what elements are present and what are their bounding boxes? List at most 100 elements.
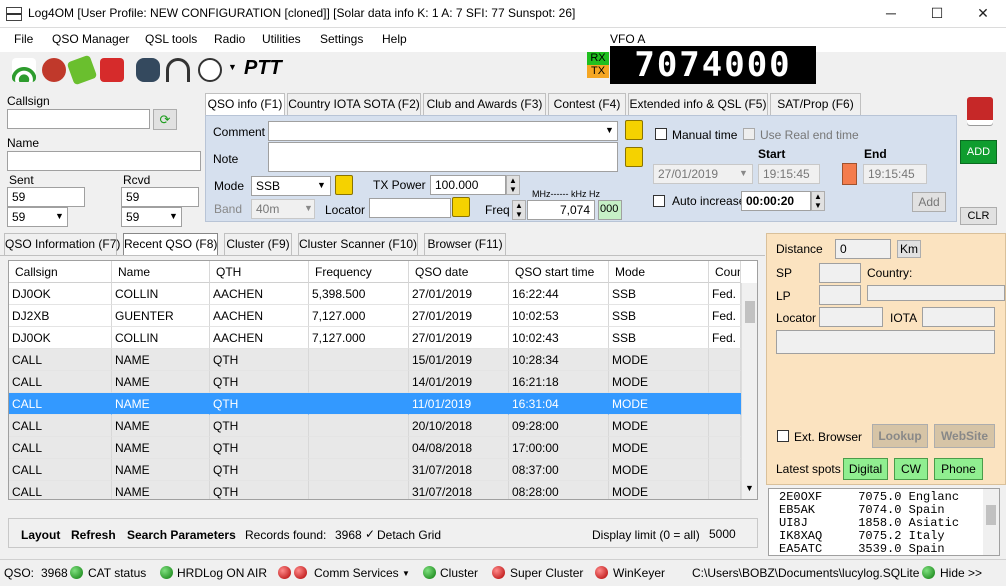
- tab-sat-prop[interactable]: SAT/Prop (F6): [770, 93, 861, 115]
- grid-cell[interactable]: NAME: [112, 415, 210, 437]
- column-header-qth[interactable]: QTH: [210, 261, 309, 283]
- sent-input[interactable]: 59: [7, 187, 85, 207]
- tab-cluster[interactable]: Cluster (F9): [224, 233, 292, 255]
- grid-cell[interactable]: 10:02:43: [509, 327, 609, 349]
- chevron-down-icon[interactable]: ▼: [745, 483, 754, 493]
- grid-cell[interactable]: 17:00:00: [509, 437, 609, 459]
- layout-button[interactable]: Layout: [21, 528, 60, 542]
- grid-cell[interactable]: [709, 393, 741, 415]
- real-end-checkbox[interactable]: [743, 128, 755, 140]
- spot-row[interactable]: EB5AK 7074.0 Spain: [779, 504, 983, 517]
- locator-input[interactable]: [369, 198, 451, 218]
- hide-button[interactable]: Hide >>: [940, 566, 982, 580]
- digital-spots-button[interactable]: Digital: [843, 458, 888, 480]
- search-parameters-button[interactable]: Search Parameters: [127, 528, 236, 542]
- grid-cell[interactable]: 7,127.000: [309, 327, 409, 349]
- grid-cell[interactable]: NAME: [112, 349, 210, 371]
- grid-cell[interactable]: 10:28:34: [509, 349, 609, 371]
- grid-cell[interactable]: 31/07/2018: [409, 459, 509, 481]
- tx-power-spinner[interactable]: ▲ ▼: [506, 175, 520, 195]
- lookup-button[interactable]: Lookup: [872, 424, 928, 448]
- grid-cell[interactable]: AACHEN: [210, 283, 309, 305]
- grid-cell[interactable]: 09:28:00: [509, 415, 609, 437]
- menu-utilities[interactable]: Utilities: [262, 32, 301, 46]
- column-header-name[interactable]: Name: [112, 261, 210, 283]
- mailbox-icon[interactable]: [100, 58, 124, 82]
- column-header-country[interactable]: Coun: [709, 261, 741, 283]
- tab-qso-info[interactable]: QSO info (F1): [205, 93, 285, 115]
- headphones-icon[interactable]: [166, 58, 190, 82]
- chevron-down-icon[interactable]: ▼: [605, 125, 614, 135]
- grid-cell[interactable]: [709, 415, 741, 437]
- grid-cell[interactable]: NAME: [112, 393, 210, 415]
- add-time-button[interactable]: Add: [912, 192, 946, 212]
- end-time-sync-button[interactable]: [842, 163, 857, 185]
- grid-cell[interactable]: 08:37:00: [509, 459, 609, 481]
- grid-cell[interactable]: CALL: [9, 437, 112, 459]
- grid-cell[interactable]: 27/01/2019: [409, 305, 509, 327]
- freq-hz-input[interactable]: 000: [598, 200, 622, 220]
- scrollbar-thumb[interactable]: [745, 301, 755, 323]
- lock-icon[interactable]: [452, 197, 470, 217]
- grid-cell[interactable]: NAME: [112, 481, 210, 499]
- chevron-down-icon[interactable]: ▼: [739, 168, 748, 178]
- grid-cell[interactable]: [309, 459, 409, 481]
- grid-cell[interactable]: CALL: [9, 415, 112, 437]
- menu-radio[interactable]: Radio: [214, 32, 245, 46]
- auto-increase-input[interactable]: 00:00:20: [741, 191, 811, 211]
- grid-cell[interactable]: QTH: [210, 371, 309, 393]
- tab-recent-qso[interactable]: Recent QSO (F8): [123, 233, 218, 255]
- qsl-card-icon[interactable]: [66, 54, 98, 86]
- tx-power-input[interactable]: 100.000: [430, 175, 506, 195]
- grid-cell[interactable]: CALL: [9, 393, 112, 415]
- spots-scrollbar[interactable]: [983, 489, 999, 555]
- ptt-button[interactable]: PTT: [244, 57, 282, 80]
- end-time-input[interactable]: 19:15:45: [863, 164, 927, 184]
- column-header-callsign[interactable]: Callsign: [9, 261, 112, 283]
- chevron-down-icon[interactable]: ▼: [55, 211, 64, 221]
- grid-cell[interactable]: MODE: [609, 437, 709, 459]
- comment-input[interactable]: [268, 121, 618, 141]
- grid-cell[interactable]: COLLIN: [112, 327, 210, 349]
- cluster-label[interactable]: Cluster: [440, 566, 478, 580]
- grid-cell[interactable]: 27/01/2019: [409, 283, 509, 305]
- column-header-qso-start-time[interactable]: QSO start time: [509, 261, 609, 283]
- grid-cell[interactable]: NAME: [112, 371, 210, 393]
- grid-cell[interactable]: QTH: [210, 415, 309, 437]
- grid-cell[interactable]: NAME: [112, 437, 210, 459]
- grid-cell[interactable]: MODE: [609, 393, 709, 415]
- grid-cell[interactable]: 27/01/2019: [409, 327, 509, 349]
- grid-cell[interactable]: 14/01/2019: [409, 371, 509, 393]
- spot-row[interactable]: UI8J 1858.0 Asiatic: [779, 517, 983, 530]
- grid-cell[interactable]: MODE: [609, 459, 709, 481]
- grid-cell[interactable]: CALL: [9, 371, 112, 393]
- grid-cell[interactable]: 16:21:18: [509, 371, 609, 393]
- minimize-button[interactable]: ─: [868, 0, 914, 28]
- grid-cell[interactable]: NAME: [112, 459, 210, 481]
- freq-spinner[interactable]: ▲ ▼: [512, 200, 526, 220]
- grid-cell[interactable]: MODE: [609, 415, 709, 437]
- menu-qso-manager[interactable]: QSO Manager: [52, 32, 129, 46]
- maximize-button[interactable]: ☐: [914, 0, 960, 28]
- phone-spots-button[interactable]: Phone: [934, 458, 983, 480]
- grid-scrollbar[interactable]: ▼: [741, 283, 757, 499]
- grid-cell[interactable]: QTH: [210, 481, 309, 499]
- grid-cell[interactable]: GUENTER: [112, 305, 210, 327]
- menu-settings[interactable]: Settings: [320, 32, 363, 46]
- lock-icon[interactable]: [625, 147, 643, 167]
- grid-cell[interactable]: [309, 349, 409, 371]
- rcvd-input[interactable]: 59: [121, 187, 199, 207]
- grid-cell[interactable]: DJ0OK: [9, 283, 112, 305]
- grid-cell[interactable]: QTH: [210, 349, 309, 371]
- grid-cell[interactable]: QTH: [210, 459, 309, 481]
- grid-cell[interactable]: 11/01/2019: [409, 393, 509, 415]
- grid-cell[interactable]: COLLIN: [112, 283, 210, 305]
- comm-services-dropdown[interactable]: Comm Services: [314, 566, 399, 580]
- cw-spots-button[interactable]: CW: [894, 458, 928, 480]
- tab-country-iota-sota[interactable]: Country IOTA SOTA (F2): [287, 93, 421, 115]
- date-picker[interactable]: 27/01/2019: [653, 164, 753, 184]
- grid-cell[interactable]: Fed. R: [709, 327, 741, 349]
- auto-increase-spinner[interactable]: ▲ ▼: [811, 191, 825, 211]
- satellite-icon[interactable]: [42, 58, 66, 82]
- grid-cell[interactable]: [709, 437, 741, 459]
